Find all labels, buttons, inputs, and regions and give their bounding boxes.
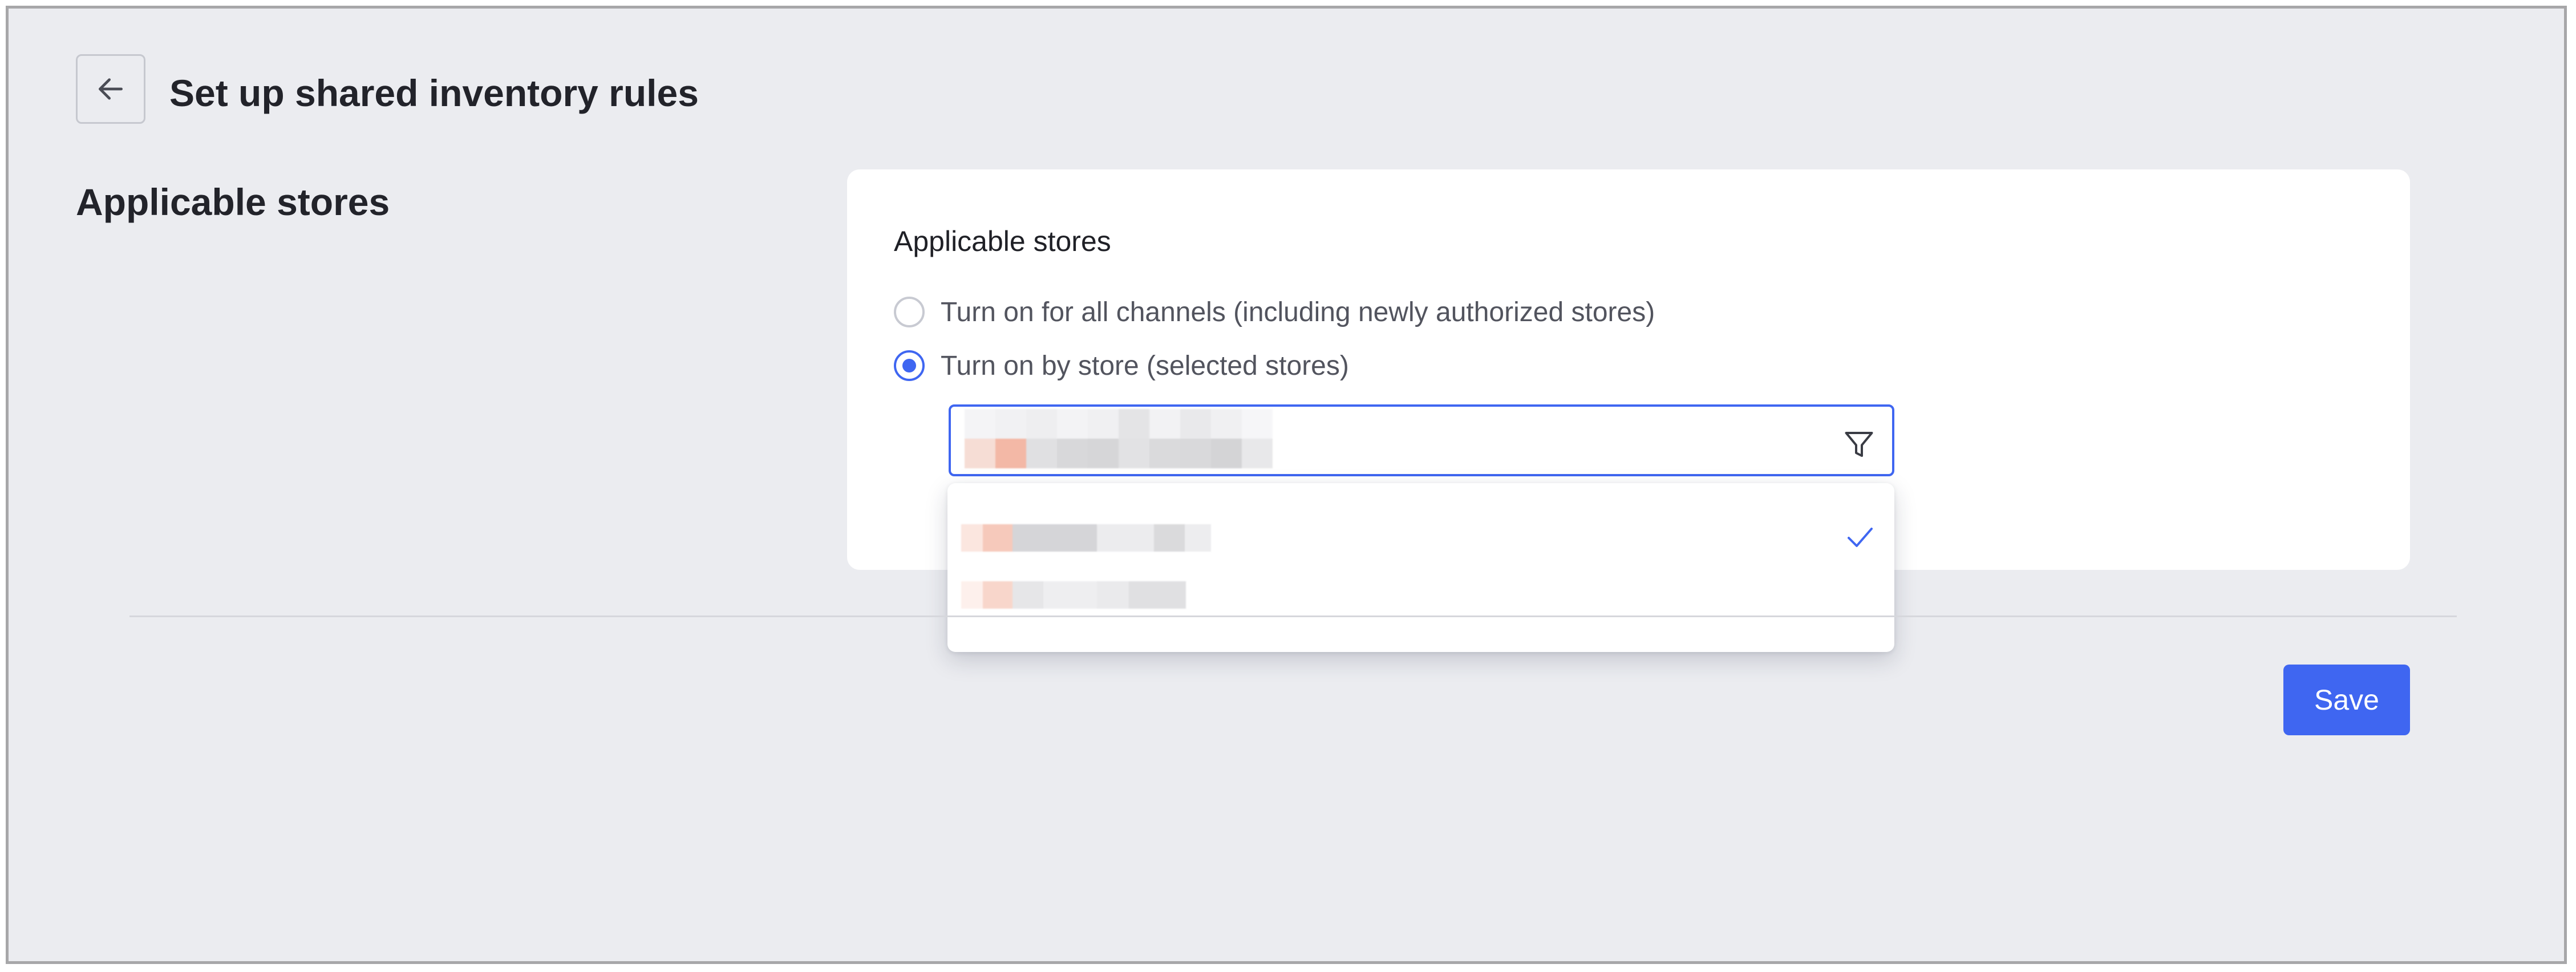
check-icon: [1848, 528, 1873, 547]
store-dropdown: [947, 483, 1894, 652]
radio-label: Turn on for all channels (including newl…: [941, 297, 1655, 327]
page-title: Set up shared inventory rules: [169, 72, 699, 114]
selected-store-value: [965, 409, 1273, 468]
radio-all-channels[interactable]: Turn on for all channels (including newl…: [894, 295, 1655, 329]
store-select[interactable]: [949, 404, 1894, 476]
save-button[interactable]: Save: [2283, 665, 2410, 735]
radio-button-unchecked[interactable]: [894, 297, 925, 327]
divider: [129, 615, 2457, 617]
back-button[interactable]: [76, 54, 145, 124]
card-title: Applicable stores: [894, 225, 1111, 257]
radio-button-checked[interactable]: [894, 350, 925, 381]
dropdown-option[interactable]: [947, 509, 1894, 566]
section-title: Applicable stores: [76, 181, 390, 223]
arrow-left-icon: [99, 78, 123, 100]
radio-by-store[interactable]: Turn on by store (selected stores): [894, 349, 1349, 383]
option-label: [961, 581, 1186, 609]
app-window: Set up shared inventory rules Applicable…: [6, 6, 2567, 964]
radio-label: Turn on by store (selected stores): [941, 350, 1349, 381]
dropdown-option[interactable]: [947, 566, 1894, 623]
option-label: [961, 524, 1211, 552]
filter-icon[interactable]: [1842, 427, 1876, 461]
